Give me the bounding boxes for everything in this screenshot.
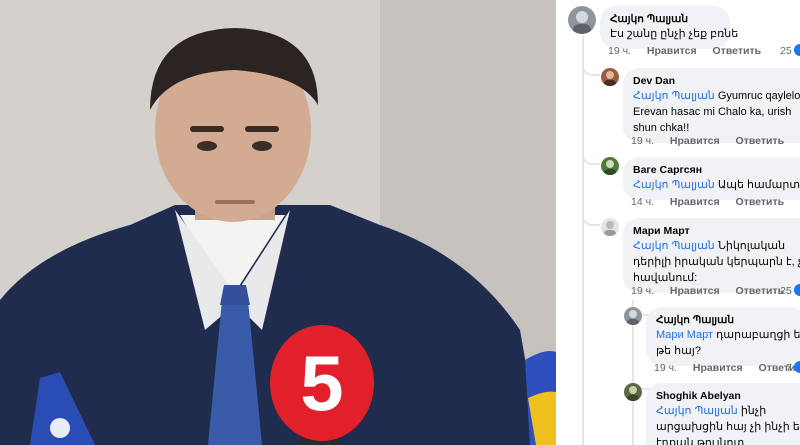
comment-author[interactable]: Ваге Саргсян [633, 163, 800, 177]
comment-time[interactable]: 19 ч. [631, 135, 654, 147]
thread-connector [582, 151, 600, 165]
microphone-logo: 5 [300, 339, 343, 427]
thread-connector [582, 212, 600, 226]
comment-text: Ապե համարտ գր [717, 179, 800, 191]
comment-author[interactable]: Мари Март [633, 224, 800, 238]
avatar[interactable] [601, 218, 619, 236]
comment-text: դերիլի իրական կերպարն է, չնա [633, 256, 800, 268]
reply-button[interactable]: Ответить [736, 285, 785, 297]
comment-actions: 19 ч. Нравится Ответить [654, 361, 800, 375]
comments-panel: Հայկո Պալյան Էս շանը ընչի չեք բռնե 19 ч.… [560, 0, 800, 445]
avatar[interactable] [601, 68, 619, 86]
comment-time[interactable]: 19 ч. [654, 362, 677, 374]
news-photo: 5 [0, 0, 556, 445]
comment-bubble: Dev Dan Հայկո Պալյան Gyumruc qaylelov Er… [623, 68, 800, 143]
comment-text: թե հայ? [656, 345, 701, 357]
like-button[interactable]: Нравится [647, 45, 697, 57]
comment-actions: 19 ч. Нравится Ответить [631, 134, 797, 148]
comment-bubble: Ваге Саргсян Հայկո Պալյան Ապե համարտ գր [623, 157, 800, 200]
comment-text: հավանում: [633, 272, 698, 284]
mention-link[interactable]: Հայկո Պալյան [656, 405, 738, 417]
mention-link[interactable]: Հայկո Պալյան [633, 179, 715, 191]
like-reaction-icon [793, 284, 800, 296]
comment-time[interactable]: 19 ч. [608, 45, 631, 57]
like-button[interactable]: Нравится [670, 285, 720, 297]
mention-link[interactable]: Հայկո Պալյան [633, 90, 715, 102]
avatar[interactable] [568, 6, 596, 34]
avatar[interactable] [601, 157, 619, 175]
comment-text: Gyumruc qaylelov [717, 90, 800, 102]
comment-text: Erevan hasac mi Chalo ka, urish [633, 106, 792, 118]
reply-button[interactable]: Ответить [736, 135, 785, 147]
comment-bubble: Հայկո Պալյան Мари Март դարաբաղցի ես թե հ… [646, 307, 800, 366]
comment-text: shun chka!! [633, 122, 690, 134]
like-button[interactable]: Нравится [670, 196, 720, 208]
avatar-photo-icon [604, 71, 616, 86]
comment-author[interactable]: Հայկո Պալյան [610, 12, 720, 26]
comment-text: էդքան թույնոտ [656, 437, 745, 445]
reply-button[interactable]: Ответить [713, 45, 762, 57]
avatar-photo-icon [627, 310, 639, 325]
comment-actions: 19 ч. Нравится Ответить [631, 284, 797, 298]
comment-text: ինչի [740, 405, 767, 417]
comment-author[interactable]: Հայկո Պալյան [656, 313, 796, 327]
comment-author[interactable]: Shoghik Abelyan [656, 389, 800, 403]
like-reaction-icon [793, 44, 800, 56]
comment-author[interactable]: Dev Dan [633, 74, 800, 88]
avatar-photo-icon [627, 386, 639, 401]
avatar-photo-icon [604, 160, 616, 175]
photo-illustration: 5 [0, 0, 556, 445]
comment-actions: 14 ч. Нравится Ответить [631, 195, 797, 209]
comment-bubble: Мари Март Հայկո Պալյան Նիկոլական դերիլի … [623, 218, 800, 293]
reaction-count[interactable]: 7 [786, 361, 800, 375]
comment-time[interactable]: 19 ч. [631, 285, 654, 297]
comment-text: դարաբաղցի ես [716, 329, 800, 341]
comment-text: Էս շանը ընչի չեք բռնե [610, 28, 739, 40]
comment-actions: 19 ч. Нравится Ответить [608, 44, 774, 58]
comment-bubble: Հայկո Պալյան Էս շանը ընչի չեք բռնե [600, 6, 738, 49]
reaction-count[interactable]: 25 [780, 284, 800, 298]
comment-bubble: Shoghik Abelyan Հայկո Պալյան ինչի արցախց… [646, 383, 800, 445]
reply-button[interactable]: Ответить [736, 196, 785, 208]
reaction-count[interactable]: 25 [780, 44, 800, 58]
comment-text: Նիկոլական [717, 240, 786, 252]
like-button[interactable]: Нравится [670, 135, 720, 147]
mention-link[interactable]: Мари Март [656, 329, 713, 341]
avatar-photo-icon [573, 11, 591, 34]
mention-link[interactable]: Հայկո Պալյան [633, 240, 715, 252]
avatar-photo-icon [604, 221, 616, 236]
like-reaction-icon [793, 361, 800, 373]
avatar[interactable] [624, 307, 642, 325]
comment-text: արցախցին հայ չի ինչի եք [656, 421, 800, 433]
comment-time[interactable]: 14 ч. [631, 196, 654, 208]
avatar[interactable] [624, 383, 642, 401]
thread-connector [582, 62, 600, 76]
thread-line [582, 36, 584, 445]
like-button[interactable]: Нравится [693, 362, 743, 374]
